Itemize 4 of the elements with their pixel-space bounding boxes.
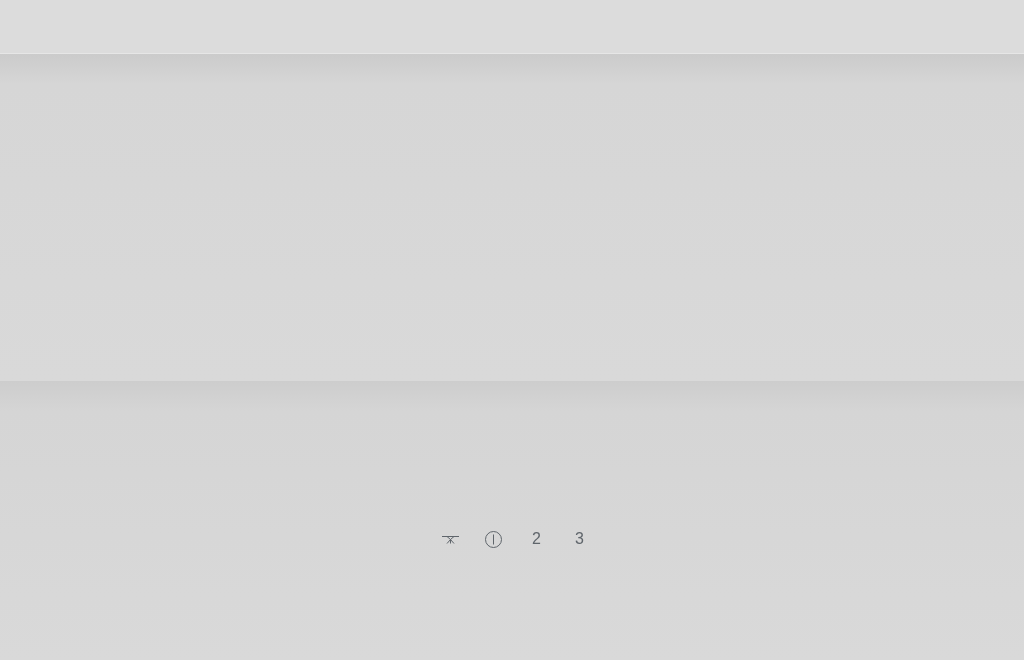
lamp-icon <box>442 534 459 544</box>
speed-button[interactable]: 2 <box>518 521 555 557</box>
power-icon <box>485 530 502 548</box>
speed-button[interactable]: 3 <box>561 521 598 557</box>
